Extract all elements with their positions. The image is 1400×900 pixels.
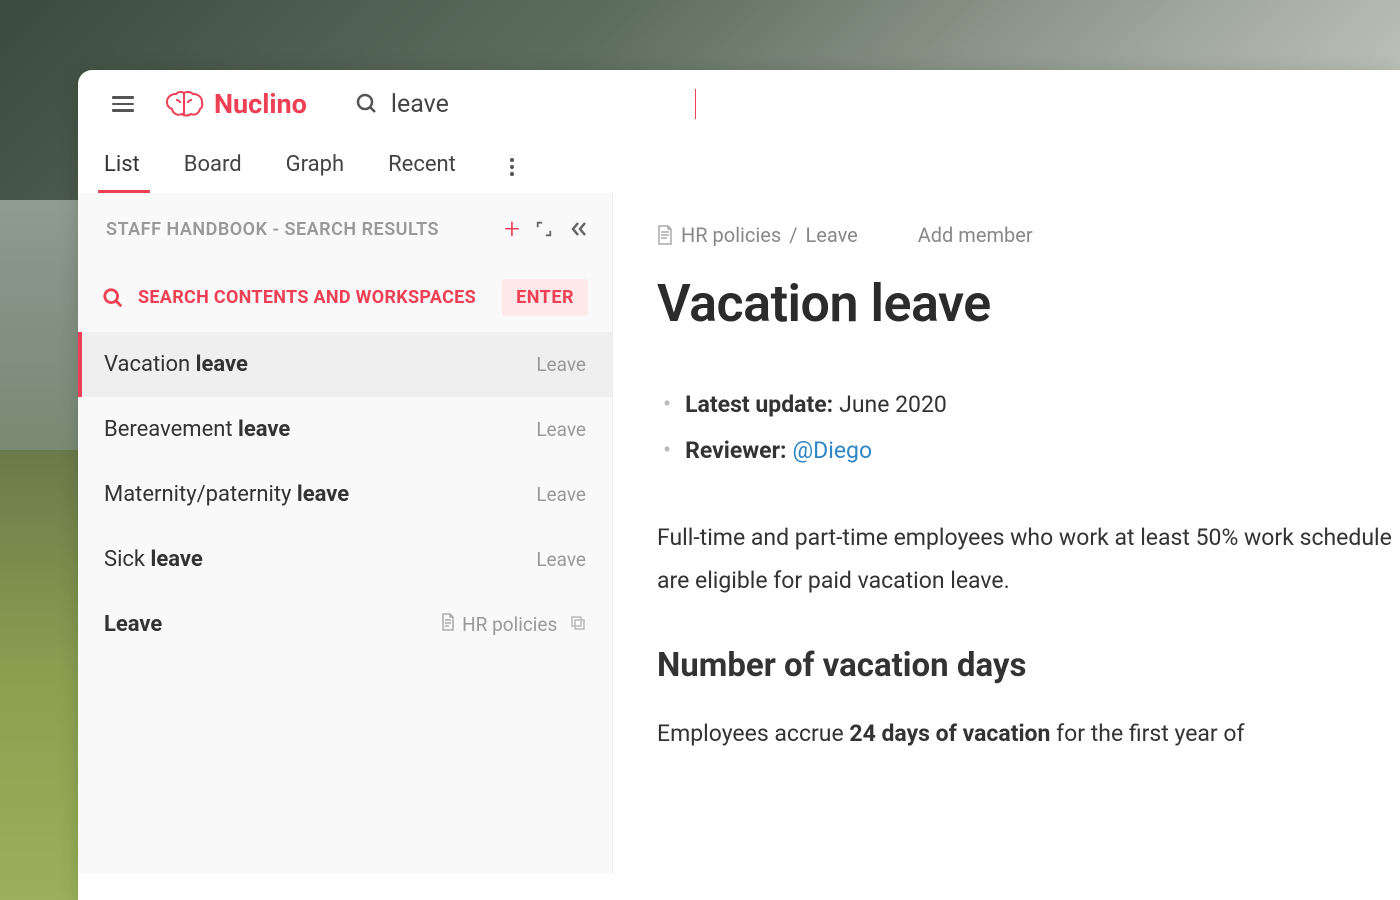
result-item[interactable]: Vacation leave Leave	[78, 332, 612, 397]
document-title: Vacation leave	[657, 273, 1400, 334]
add-member-link[interactable]: Add member	[918, 223, 1033, 247]
meta-latest-update: Latest update: June 2020	[657, 382, 1400, 428]
result-category: Leave	[536, 483, 586, 506]
more-icon[interactable]	[504, 152, 520, 182]
result-item[interactable]: Maternity/paternity leave Leave	[78, 462, 612, 527]
body-paragraph: Employees accrue 24 days of vacation for…	[657, 713, 1400, 756]
brain-icon	[164, 88, 204, 120]
collapse-icon[interactable]	[568, 219, 588, 239]
search-results-sidebar: STAFF HANDBOOK - SEARCH RESULTS + SEARCH…	[78, 193, 613, 873]
search-input[interactable]	[391, 90, 691, 119]
sidebar-title: STAFF HANDBOOK - SEARCH RESULTS	[106, 219, 490, 240]
result-title: Bereavement leave	[104, 417, 524, 442]
mention-link[interactable]: @Diego	[793, 429, 873, 473]
result-item[interactable]: Leave HR policies	[78, 592, 612, 657]
app-window: Nuclino List Board Graph Recent STAFF HA…	[78, 70, 1400, 900]
result-item[interactable]: Bereavement leave Leave	[78, 397, 612, 462]
add-icon[interactable]: +	[504, 215, 520, 243]
brand-name: Nuclino	[214, 88, 307, 120]
search-box[interactable]	[355, 89, 1372, 119]
sidebar-header: STAFF HANDBOOK - SEARCH RESULTS +	[78, 193, 612, 263]
document-header: HR policies / Leave Add member	[657, 223, 1400, 247]
result-title: Sick leave	[104, 547, 524, 572]
enter-badge: ENTER	[502, 279, 588, 316]
result-category: Leave	[536, 548, 586, 571]
result-category: HR policies	[440, 613, 586, 636]
tab-recent[interactable]: Recent	[384, 142, 460, 192]
body-paragraph: Full-time and part-time employees who wo…	[657, 517, 1400, 602]
document-meta-list: Latest update: June 2020 Reviewer: @Dieg…	[657, 382, 1400, 473]
document-view: HR policies / Leave Add member Vacation …	[613, 193, 1400, 873]
search-action-label: SEARCH CONTENTS AND WORKSPACES	[138, 287, 488, 308]
menu-icon[interactable]	[108, 89, 138, 119]
result-category: Leave	[536, 418, 586, 441]
result-item[interactable]: Sick leave Leave	[78, 527, 612, 592]
search-icon	[355, 92, 379, 116]
view-tabs: List Board Graph Recent	[78, 130, 1400, 193]
content-split: STAFF HANDBOOK - SEARCH RESULTS + SEARCH…	[78, 193, 1400, 873]
topbar: Nuclino	[78, 70, 1400, 130]
document-icon	[440, 613, 456, 631]
search-icon	[102, 287, 124, 309]
breadcrumb[interactable]: HR policies / Leave	[657, 223, 858, 247]
meta-reviewer: Reviewer: @Diego	[657, 428, 1400, 474]
result-title: Leave	[104, 612, 428, 637]
tab-board[interactable]: Board	[180, 142, 246, 192]
text-cursor	[695, 89, 697, 119]
copy-icon	[570, 615, 586, 631]
expand-icon[interactable]	[534, 219, 554, 239]
search-action-row[interactable]: SEARCH CONTENTS AND WORKSPACES ENTER	[78, 263, 612, 332]
tab-list[interactable]: List	[100, 142, 144, 192]
result-title: Vacation leave	[104, 352, 524, 377]
section-heading: Number of vacation days	[657, 646, 1400, 685]
document-icon	[657, 225, 673, 245]
brand-logo[interactable]: Nuclino	[164, 88, 307, 120]
tab-graph[interactable]: Graph	[282, 142, 348, 192]
result-title: Maternity/paternity leave	[104, 482, 524, 507]
result-category: Leave	[536, 353, 586, 376]
